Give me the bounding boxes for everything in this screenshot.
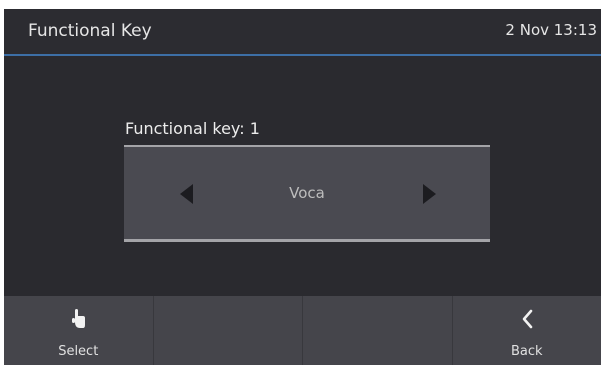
softkey-bar: Select Back <box>4 296 601 365</box>
value-selector[interactable]: Voca <box>124 145 490 242</box>
right-arrow-icon[interactable] <box>423 184 436 204</box>
chevron-left-icon <box>453 308 602 330</box>
date-time: 2 Nov 13:13 <box>505 21 597 39</box>
functional-key-label: Functional key: 1 <box>125 119 260 138</box>
select-softkey[interactable]: Select <box>4 296 154 365</box>
softkey-3[interactable] <box>303 296 453 365</box>
back-softkey[interactable]: Back <box>453 296 602 365</box>
softkey-2[interactable] <box>154 296 303 365</box>
phone-screen: Functional Key 2 Nov 13:13 Functional ke… <box>4 9 601 365</box>
select-label: Select <box>58 344 99 359</box>
hand-pointer-icon <box>4 308 153 330</box>
page-title: Functional Key <box>28 21 152 41</box>
back-label: Back <box>510 344 543 359</box>
title-bar: Functional Key 2 Nov 13:13 <box>4 9 601 56</box>
